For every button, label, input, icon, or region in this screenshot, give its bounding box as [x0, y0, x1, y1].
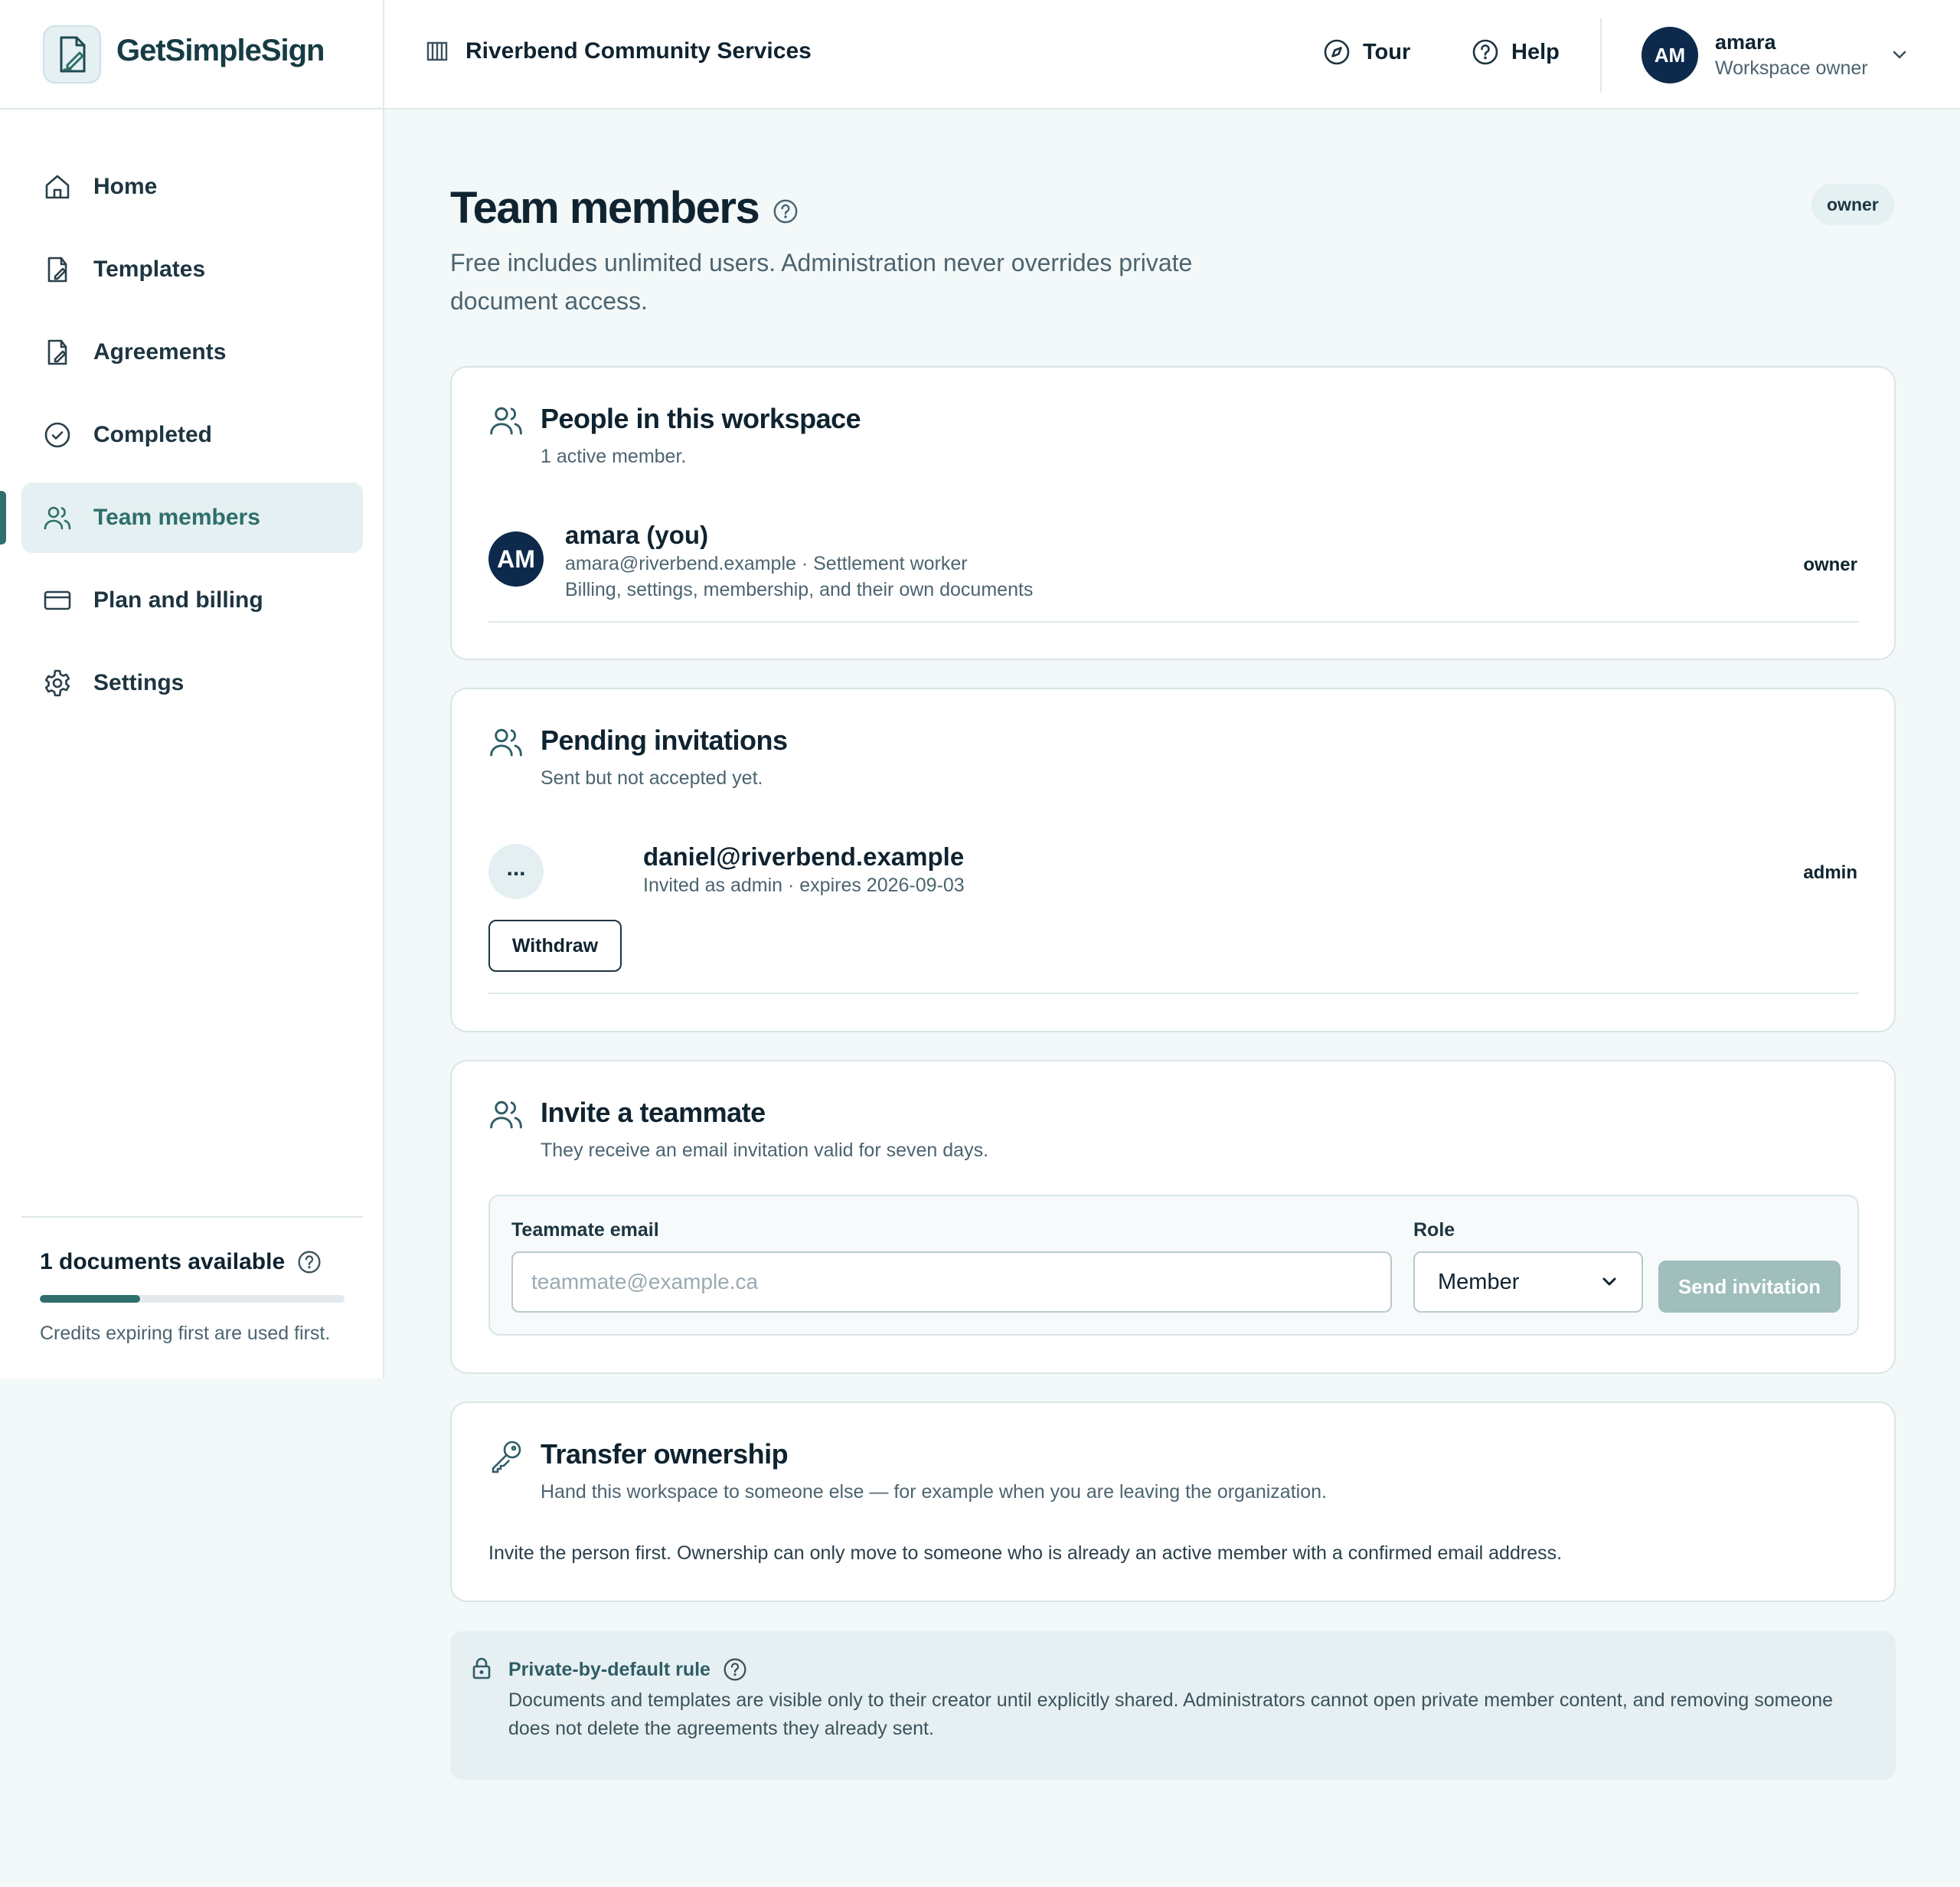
row-divider — [488, 993, 1859, 994]
card-title: Pending invitations — [541, 724, 788, 756]
pending-invitations-card: Pending invitations Sent but not accepte… — [450, 688, 1896, 1032]
role-label: Role — [1413, 1219, 1455, 1241]
user-role: Workspace owner — [1715, 57, 1868, 79]
help-button[interactable]: Help — [1472, 38, 1560, 66]
card-subtitle: They receive an email invitation valid f… — [541, 1140, 989, 1161]
card-title: Transfer ownership — [541, 1438, 789, 1470]
building-icon — [426, 41, 448, 61]
template-edit-icon — [47, 257, 67, 283]
key-icon — [492, 1441, 521, 1473]
sidebar-item-agreements[interactable]: Agreements — [21, 317, 363, 388]
user-name: amara — [1715, 31, 1776, 54]
sidebar-item-templates[interactable]: Templates — [21, 234, 363, 305]
withdraw-button[interactable]: Withdraw — [488, 920, 622, 972]
invite-form: Teammate email Role Member Send invitati… — [488, 1195, 1859, 1336]
send-invitation-button[interactable]: Send invitation — [1658, 1261, 1841, 1313]
private-rule-notice: Private-by-default rule Documents and te… — [450, 1631, 1896, 1780]
rule-title-text: Private-by-default rule — [508, 1658, 710, 1680]
lock-icon — [472, 1657, 491, 1679]
sidebar-item-label: Plan and billing — [93, 587, 263, 613]
sidebar-divider — [21, 1216, 363, 1218]
users-icon — [490, 1100, 522, 1129]
chevron-down-icon[interactable] — [1890, 45, 1909, 65]
invite-role: admin — [1803, 862, 1857, 883]
sidebar-item-label: Home — [93, 174, 158, 199]
avatar: AM — [488, 531, 544, 587]
member-name: amara (you) — [565, 521, 709, 549]
card-title: People in this workspace — [541, 403, 861, 434]
people-card: People in this workspace 1 active member… — [450, 366, 1896, 660]
member-permissions: Billing, settings, membership, and their… — [565, 579, 1034, 600]
sidebar-item-label: Templates — [93, 257, 206, 282]
pen-document-icon[interactable] — [43, 25, 101, 83]
credits-progress-fill — [40, 1295, 141, 1303]
top-header: GetSimpleSign Riverbend Community Servic… — [0, 0, 1960, 110]
rule-text: Documents and templates are visible only… — [508, 1689, 1834, 1739]
header-divider — [1600, 18, 1602, 92]
help-label: Help — [1511, 39, 1560, 64]
app-name[interactable]: GetSimpleSign — [116, 34, 325, 68]
rule-title: Private-by-default rule — [508, 1657, 747, 1682]
users-icon — [490, 728, 522, 757]
sidebar: Home Templates Agreements Completed Team… — [0, 110, 384, 1378]
member-meta: amara@riverbend.example · Settlement wor… — [565, 553, 968, 574]
help-circle-icon[interactable] — [773, 198, 799, 224]
users-icon — [490, 407, 522, 435]
transfer-note: Invite the person first. Ownership can o… — [488, 1542, 1563, 1564]
user-menu[interactable]: AM amara Workspace owner — [1642, 27, 1909, 83]
tour-label: Tour — [1363, 39, 1411, 64]
home-icon — [45, 175, 70, 199]
page-subtitle: Free includes unlimited users. Administr… — [450, 249, 1193, 315]
email-label: Teammate email — [511, 1219, 659, 1241]
page-title-text: Team members — [450, 183, 760, 233]
page-title: Team members — [450, 182, 799, 234]
brand: GetSimpleSign — [0, 0, 384, 109]
help-circle-icon[interactable] — [297, 1250, 322, 1274]
gear-icon — [44, 669, 70, 697]
transfer-ownership-card: Transfer ownership Hand this workspace t… — [450, 1401, 1896, 1602]
help-circle-icon — [1472, 39, 1498, 65]
sidebar-item-label: Agreements — [93, 339, 227, 365]
sidebar-item-label: Settings — [93, 670, 185, 695]
email-field[interactable] — [511, 1251, 1392, 1313]
member-role: owner — [1803, 554, 1857, 575]
tour-button[interactable]: Tour — [1323, 38, 1410, 66]
help-circle-icon[interactable] — [723, 1657, 747, 1682]
credit-card-icon — [44, 590, 71, 610]
compass-icon — [1324, 39, 1350, 65]
card-subtitle: Sent but not accepted yet. — [541, 767, 763, 789]
invite-card: Invite a teammate They receive an email … — [450, 1060, 1896, 1374]
sidebar-item-home[interactable]: Home — [21, 152, 363, 222]
row-divider — [488, 621, 1859, 623]
avatar: AM — [1642, 27, 1698, 83]
org-name: Riverbend Community Services — [466, 38, 812, 64]
sidebar-item-completed[interactable]: Completed — [21, 400, 363, 470]
role-select[interactable]: Member — [1413, 1251, 1643, 1313]
sidebar-item-label: Team members — [93, 505, 260, 530]
sidebar-item-plan-billing[interactable]: Plan and billing — [21, 565, 363, 636]
invite-email: daniel@riverbend.example — [643, 842, 965, 871]
card-subtitle: 1 active member. — [541, 446, 687, 467]
sidebar-item-team-members[interactable]: Team members — [21, 482, 363, 553]
active-indicator — [0, 491, 6, 545]
credits-title: 1 documents available — [40, 1249, 322, 1275]
invite-avatar: ... — [488, 844, 544, 899]
document-edit-icon — [47, 339, 67, 365]
users-icon — [44, 506, 71, 530]
sidebar-item-label: Completed — [93, 422, 213, 447]
role-select-value: Member — [1438, 1269, 1520, 1294]
invite-meta: Invited as admin · expires 2026-09-03 — [643, 875, 965, 896]
check-circle-icon — [44, 422, 70, 448]
chevron-down-icon — [1602, 1277, 1616, 1286]
credits-title-text: 1 documents available — [40, 1249, 286, 1274]
credits-note: Credits expiring first are used first. — [40, 1323, 331, 1344]
credits-progress-bar — [40, 1295, 345, 1303]
role-badge: owner — [1811, 184, 1894, 225]
card-subtitle: Hand this workspace to someone else — fo… — [541, 1481, 1327, 1503]
sidebar-item-settings[interactable]: Settings — [21, 648, 363, 718]
org-switcher[interactable]: Riverbend Community Services — [426, 38, 812, 64]
card-title: Invite a teammate — [541, 1097, 766, 1128]
